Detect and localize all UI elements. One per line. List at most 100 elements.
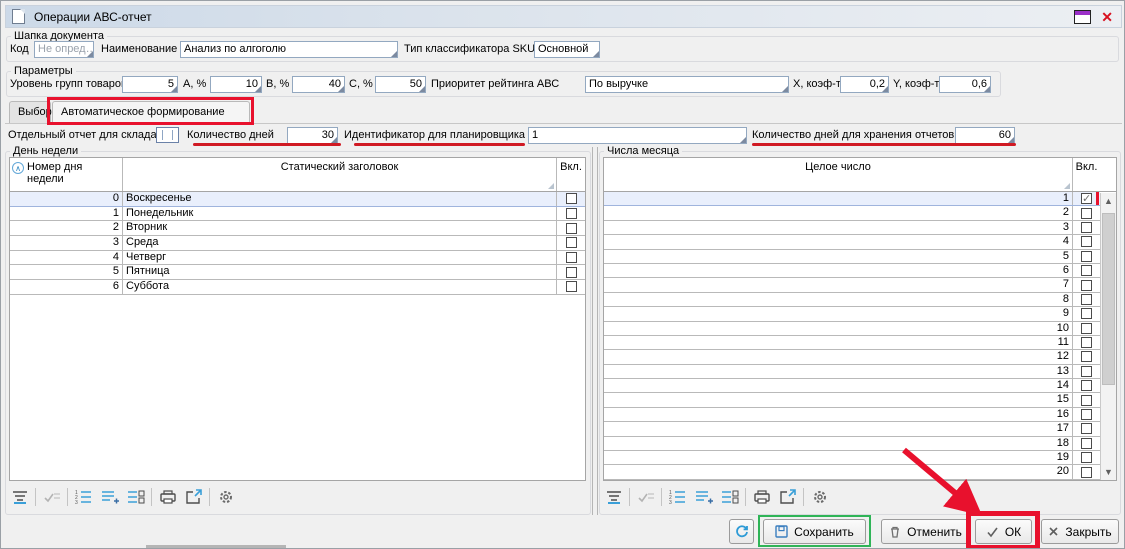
- row-checkbox[interactable]: [1081, 380, 1092, 391]
- row-checkbox[interactable]: [566, 267, 577, 278]
- table-row[interactable]: 8: [604, 293, 1100, 307]
- storage-days-field[interactable]: 60: [955, 127, 1015, 144]
- table-row[interactable]: 5: [604, 250, 1100, 264]
- sku-type-field[interactable]: Основной: [534, 41, 600, 58]
- code-field[interactable]: Не опред…: [34, 41, 94, 58]
- y-coef-field[interactable]: 0,6: [939, 76, 991, 93]
- settings-icon[interactable]: [809, 487, 830, 507]
- row-checkbox[interactable]: [1081, 193, 1092, 204]
- validate-list-icon[interactable]: [41, 487, 62, 507]
- row-checkbox[interactable]: [1081, 236, 1092, 247]
- row-checkbox[interactable]: [1081, 308, 1092, 319]
- table-row[interactable]: 2: [604, 206, 1100, 220]
- row-checkbox[interactable]: [1081, 467, 1092, 478]
- column-header-enabled[interactable]: Вкл.: [556, 158, 585, 191]
- table-row[interactable]: 6Суббота: [10, 280, 585, 295]
- close-icon[interactable]: ✕: [1101, 10, 1113, 24]
- priority-field[interactable]: По выручке: [585, 76, 789, 93]
- list-columns-icon[interactable]: [719, 487, 740, 507]
- c-percent-field[interactable]: 50: [375, 76, 426, 93]
- row-checkbox[interactable]: [566, 281, 577, 292]
- table-row[interactable]: 4Четверг: [10, 251, 585, 266]
- table-row[interactable]: 10: [604, 322, 1100, 336]
- table-row[interactable]: 15: [604, 393, 1100, 407]
- row-checkbox[interactable]: [1081, 423, 1092, 434]
- b-percent-field[interactable]: 40: [292, 76, 345, 93]
- open-external-icon[interactable]: [777, 487, 798, 507]
- table-row[interactable]: 16: [604, 408, 1100, 422]
- close-button[interactable]: Закрыть: [1041, 519, 1119, 544]
- numbered-list-icon[interactable]: 123: [73, 487, 94, 507]
- print-icon[interactable]: [157, 487, 178, 507]
- row-checkbox[interactable]: [1081, 351, 1092, 362]
- list-columns-icon[interactable]: [125, 487, 146, 507]
- row-checkbox[interactable]: [1081, 452, 1092, 463]
- row-checkbox[interactable]: [1081, 222, 1092, 233]
- name-field[interactable]: Анализ по алгоголю: [180, 41, 398, 58]
- vertical-scrollbar[interactable]: ▲ ▼: [1100, 193, 1116, 480]
- table-row[interactable]: 0Воскресенье: [10, 192, 585, 207]
- table-row[interactable]: 13: [604, 365, 1100, 379]
- save-button[interactable]: Сохранить: [763, 519, 866, 544]
- table-row[interactable]: 4: [604, 235, 1100, 249]
- row-checkbox[interactable]: [1081, 323, 1092, 334]
- row-checkbox[interactable]: [1081, 395, 1092, 406]
- table-row[interactable]: 9: [604, 307, 1100, 321]
- refresh-button[interactable]: [729, 519, 754, 544]
- numbered-list-icon[interactable]: 123: [667, 487, 688, 507]
- row-checkbox[interactable]: [1081, 438, 1092, 449]
- maximize-icon[interactable]: [1074, 10, 1091, 24]
- row-checkbox[interactable]: [1081, 265, 1092, 276]
- ok-button[interactable]: ОК: [975, 519, 1032, 544]
- table-row[interactable]: 20: [604, 465, 1100, 479]
- table-row[interactable]: 1Понедельник: [10, 207, 585, 222]
- tab-select[interactable]: Выбор: [9, 101, 51, 123]
- table-row[interactable]: 7: [604, 278, 1100, 292]
- table-row[interactable]: 14: [604, 379, 1100, 393]
- column-header-static-title[interactable]: Статический заголовок: [123, 158, 556, 191]
- tab-auto-forming[interactable]: Автоматическое формирование: [52, 101, 250, 125]
- row-checkbox[interactable]: [566, 208, 577, 219]
- validate-list-icon[interactable]: [635, 487, 656, 507]
- table-row[interactable]: 12: [604, 350, 1100, 364]
- warehouse-report-checkbox[interactable]: [156, 127, 179, 143]
- row-checkbox[interactable]: [1081, 251, 1092, 262]
- column-header-integer[interactable]: Целое число: [604, 158, 1072, 191]
- row-checkbox[interactable]: [1081, 409, 1092, 420]
- scrollbar-thumb[interactable]: [1102, 213, 1115, 385]
- scroll-down-icon[interactable]: ▼: [1101, 464, 1116, 480]
- sort-filter-icon[interactable]: [603, 487, 624, 507]
- scheduler-id-field[interactable]: 1: [528, 127, 747, 144]
- row-checkbox[interactable]: [1081, 294, 1092, 305]
- table-row[interactable]: 6: [604, 264, 1100, 278]
- settings-icon[interactable]: [215, 487, 236, 507]
- x-coef-field[interactable]: 0,2: [840, 76, 889, 93]
- table-row[interactable]: 17: [604, 422, 1100, 436]
- sort-asc-icon[interactable]: ∧: [12, 162, 24, 174]
- row-checkbox[interactable]: [1081, 208, 1092, 219]
- row-checkbox[interactable]: [566, 193, 577, 204]
- table-row[interactable]: 18: [604, 437, 1100, 451]
- list-add-icon[interactable]: [693, 487, 714, 507]
- table-row[interactable]: 11: [604, 336, 1100, 350]
- days-count-field[interactable]: 30: [287, 127, 338, 144]
- row-checkbox[interactable]: [1081, 280, 1092, 291]
- table-row[interactable]: 2Вторник: [10, 221, 585, 236]
- level-field[interactable]: 5: [122, 76, 178, 93]
- panel-splitter[interactable]: [592, 147, 598, 515]
- table-row[interactable]: 19: [604, 451, 1100, 465]
- column-header-enabled[interactable]: Вкл.: [1072, 158, 1100, 191]
- row-checkbox[interactable]: [566, 237, 577, 248]
- table-row[interactable]: 3: [604, 221, 1100, 235]
- open-external-icon[interactable]: [183, 487, 204, 507]
- row-checkbox[interactable]: [566, 252, 577, 263]
- row-checkbox[interactable]: [1081, 337, 1092, 348]
- cancel-button[interactable]: Отменить: [881, 519, 970, 544]
- sort-filter-icon[interactable]: [9, 487, 30, 507]
- table-row[interactable]: 5Пятница: [10, 265, 585, 280]
- print-icon[interactable]: [751, 487, 772, 507]
- row-checkbox[interactable]: [1081, 366, 1092, 377]
- table-row[interactable]: 1: [604, 192, 1100, 206]
- column-header-day-number[interactable]: ∧ Номер дня недели: [10, 158, 123, 191]
- row-checkbox[interactable]: [566, 223, 577, 234]
